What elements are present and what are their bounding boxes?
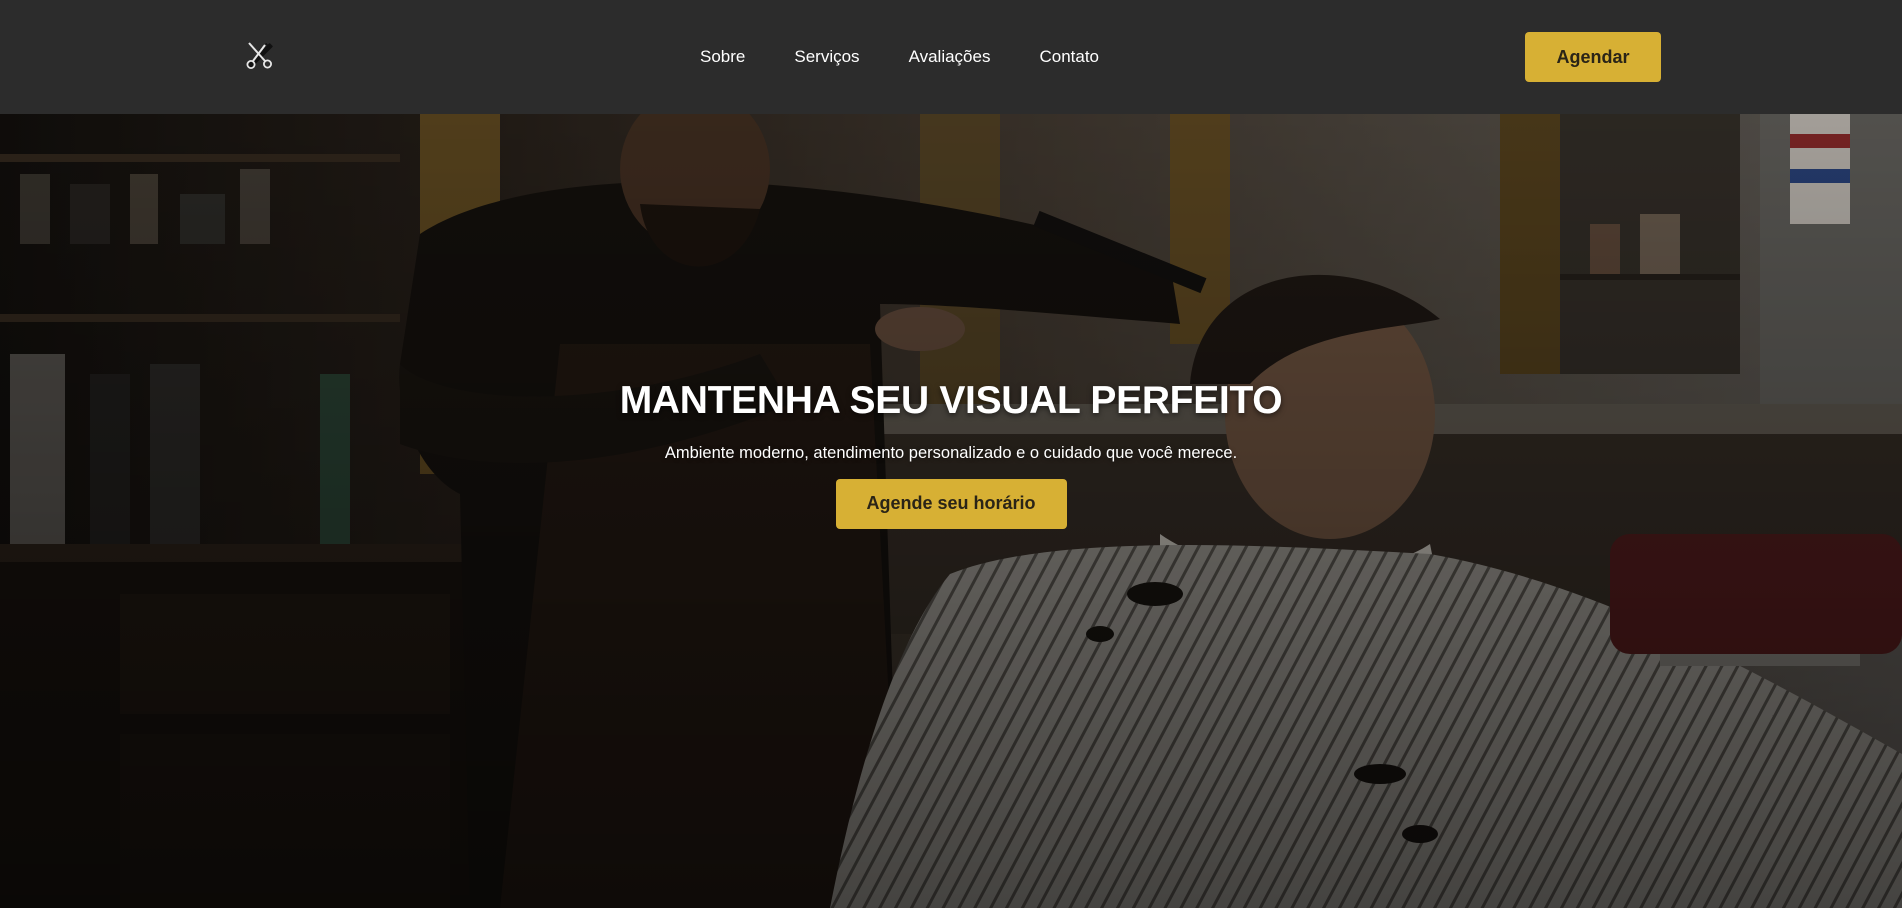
nav-link-sobre[interactable]: Sobre [700, 47, 745, 67]
nav-link-servicos[interactable]: Serviços [794, 47, 859, 67]
hero-section: MANTENHA SEU VISUAL PERFEITO Ambiente mo… [0, 114, 1902, 908]
hero-title: MANTENHA SEU VISUAL PERFEITO [619, 379, 1283, 422]
hero-subtitle: Ambiente moderno, atendimento personaliz… [664, 443, 1238, 462]
hero-content: MANTENHA SEU VISUAL PERFEITO Ambiente mo… [0, 378, 1902, 529]
site-header: Sobre Serviços Avaliações Contato Agenda… [0, 0, 1902, 114]
scissors-comb-icon[interactable] [243, 39, 277, 73]
main-nav: Sobre Serviços Avaliações Contato [700, 0, 1099, 114]
nav-link-contato[interactable]: Contato [1039, 47, 1099, 67]
nav-link-avaliacoes[interactable]: Avaliações [909, 47, 991, 67]
agende-seu-horario-button[interactable]: Agende seu horário [835, 478, 1067, 529]
agendar-button[interactable]: Agendar [1525, 32, 1661, 82]
